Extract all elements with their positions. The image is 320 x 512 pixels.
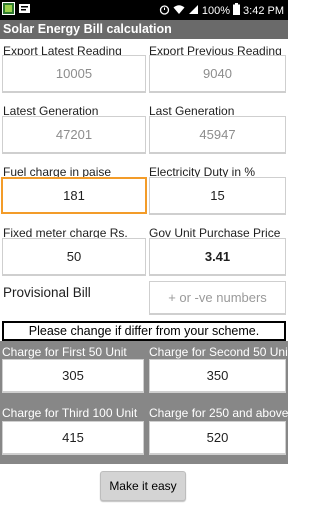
electricity-duty-field[interactable]: 15 xyxy=(149,177,286,215)
gov-unit-price-field[interactable]: 3.41 xyxy=(149,238,286,276)
status-bar: 100% 3:42 PM xyxy=(0,0,288,20)
signal-icon xyxy=(188,4,199,18)
alarm-icon xyxy=(159,4,170,18)
app-icon xyxy=(2,2,15,18)
battery-percent: 100% xyxy=(201,4,231,17)
charge-second-50-label: Charge for Second 50 Unit xyxy=(149,345,292,359)
app-title-bar: Solar Energy Bill calculation xyxy=(0,20,288,39)
provisional-bill-input[interactable]: + or -ve numbers xyxy=(149,281,286,315)
fuel-charge-field[interactable]: 181 xyxy=(1,177,147,214)
battery-icon xyxy=(233,3,241,18)
charge-first-50-label: Charge for First 50 Unit xyxy=(2,345,127,359)
charge-above-250-label: Charge for 250 and above xyxy=(149,406,289,420)
make-it-easy-button[interactable]: Make it easy xyxy=(100,471,186,501)
charge-third-100-field[interactable]: 415 xyxy=(2,421,144,455)
charge-above-250-field[interactable]: 520 xyxy=(149,421,286,455)
charge-third-100-label: Charge for Third 100 Unit xyxy=(2,406,138,420)
charge-first-50-field[interactable]: 305 xyxy=(2,359,144,393)
app-title: Solar Energy Bill calculation xyxy=(3,22,172,36)
clock-time: 3:42 PM xyxy=(243,4,284,17)
wifi-icon xyxy=(173,4,185,18)
provisional-bill-label: Provisional Bill xyxy=(3,285,91,300)
fixed-meter-charge-field[interactable]: 50 xyxy=(2,238,146,276)
charge-second-50-field[interactable]: 350 xyxy=(149,359,286,393)
notification-icon xyxy=(18,2,31,18)
export-previous-field[interactable]: 9040 xyxy=(149,55,286,93)
export-latest-field[interactable]: 10005 xyxy=(2,55,146,93)
last-generation-field[interactable]: 45947 xyxy=(149,116,286,154)
scheme-notice: Please change if differ from your scheme… xyxy=(2,321,286,341)
latest-generation-field[interactable]: 47201 xyxy=(2,116,146,154)
